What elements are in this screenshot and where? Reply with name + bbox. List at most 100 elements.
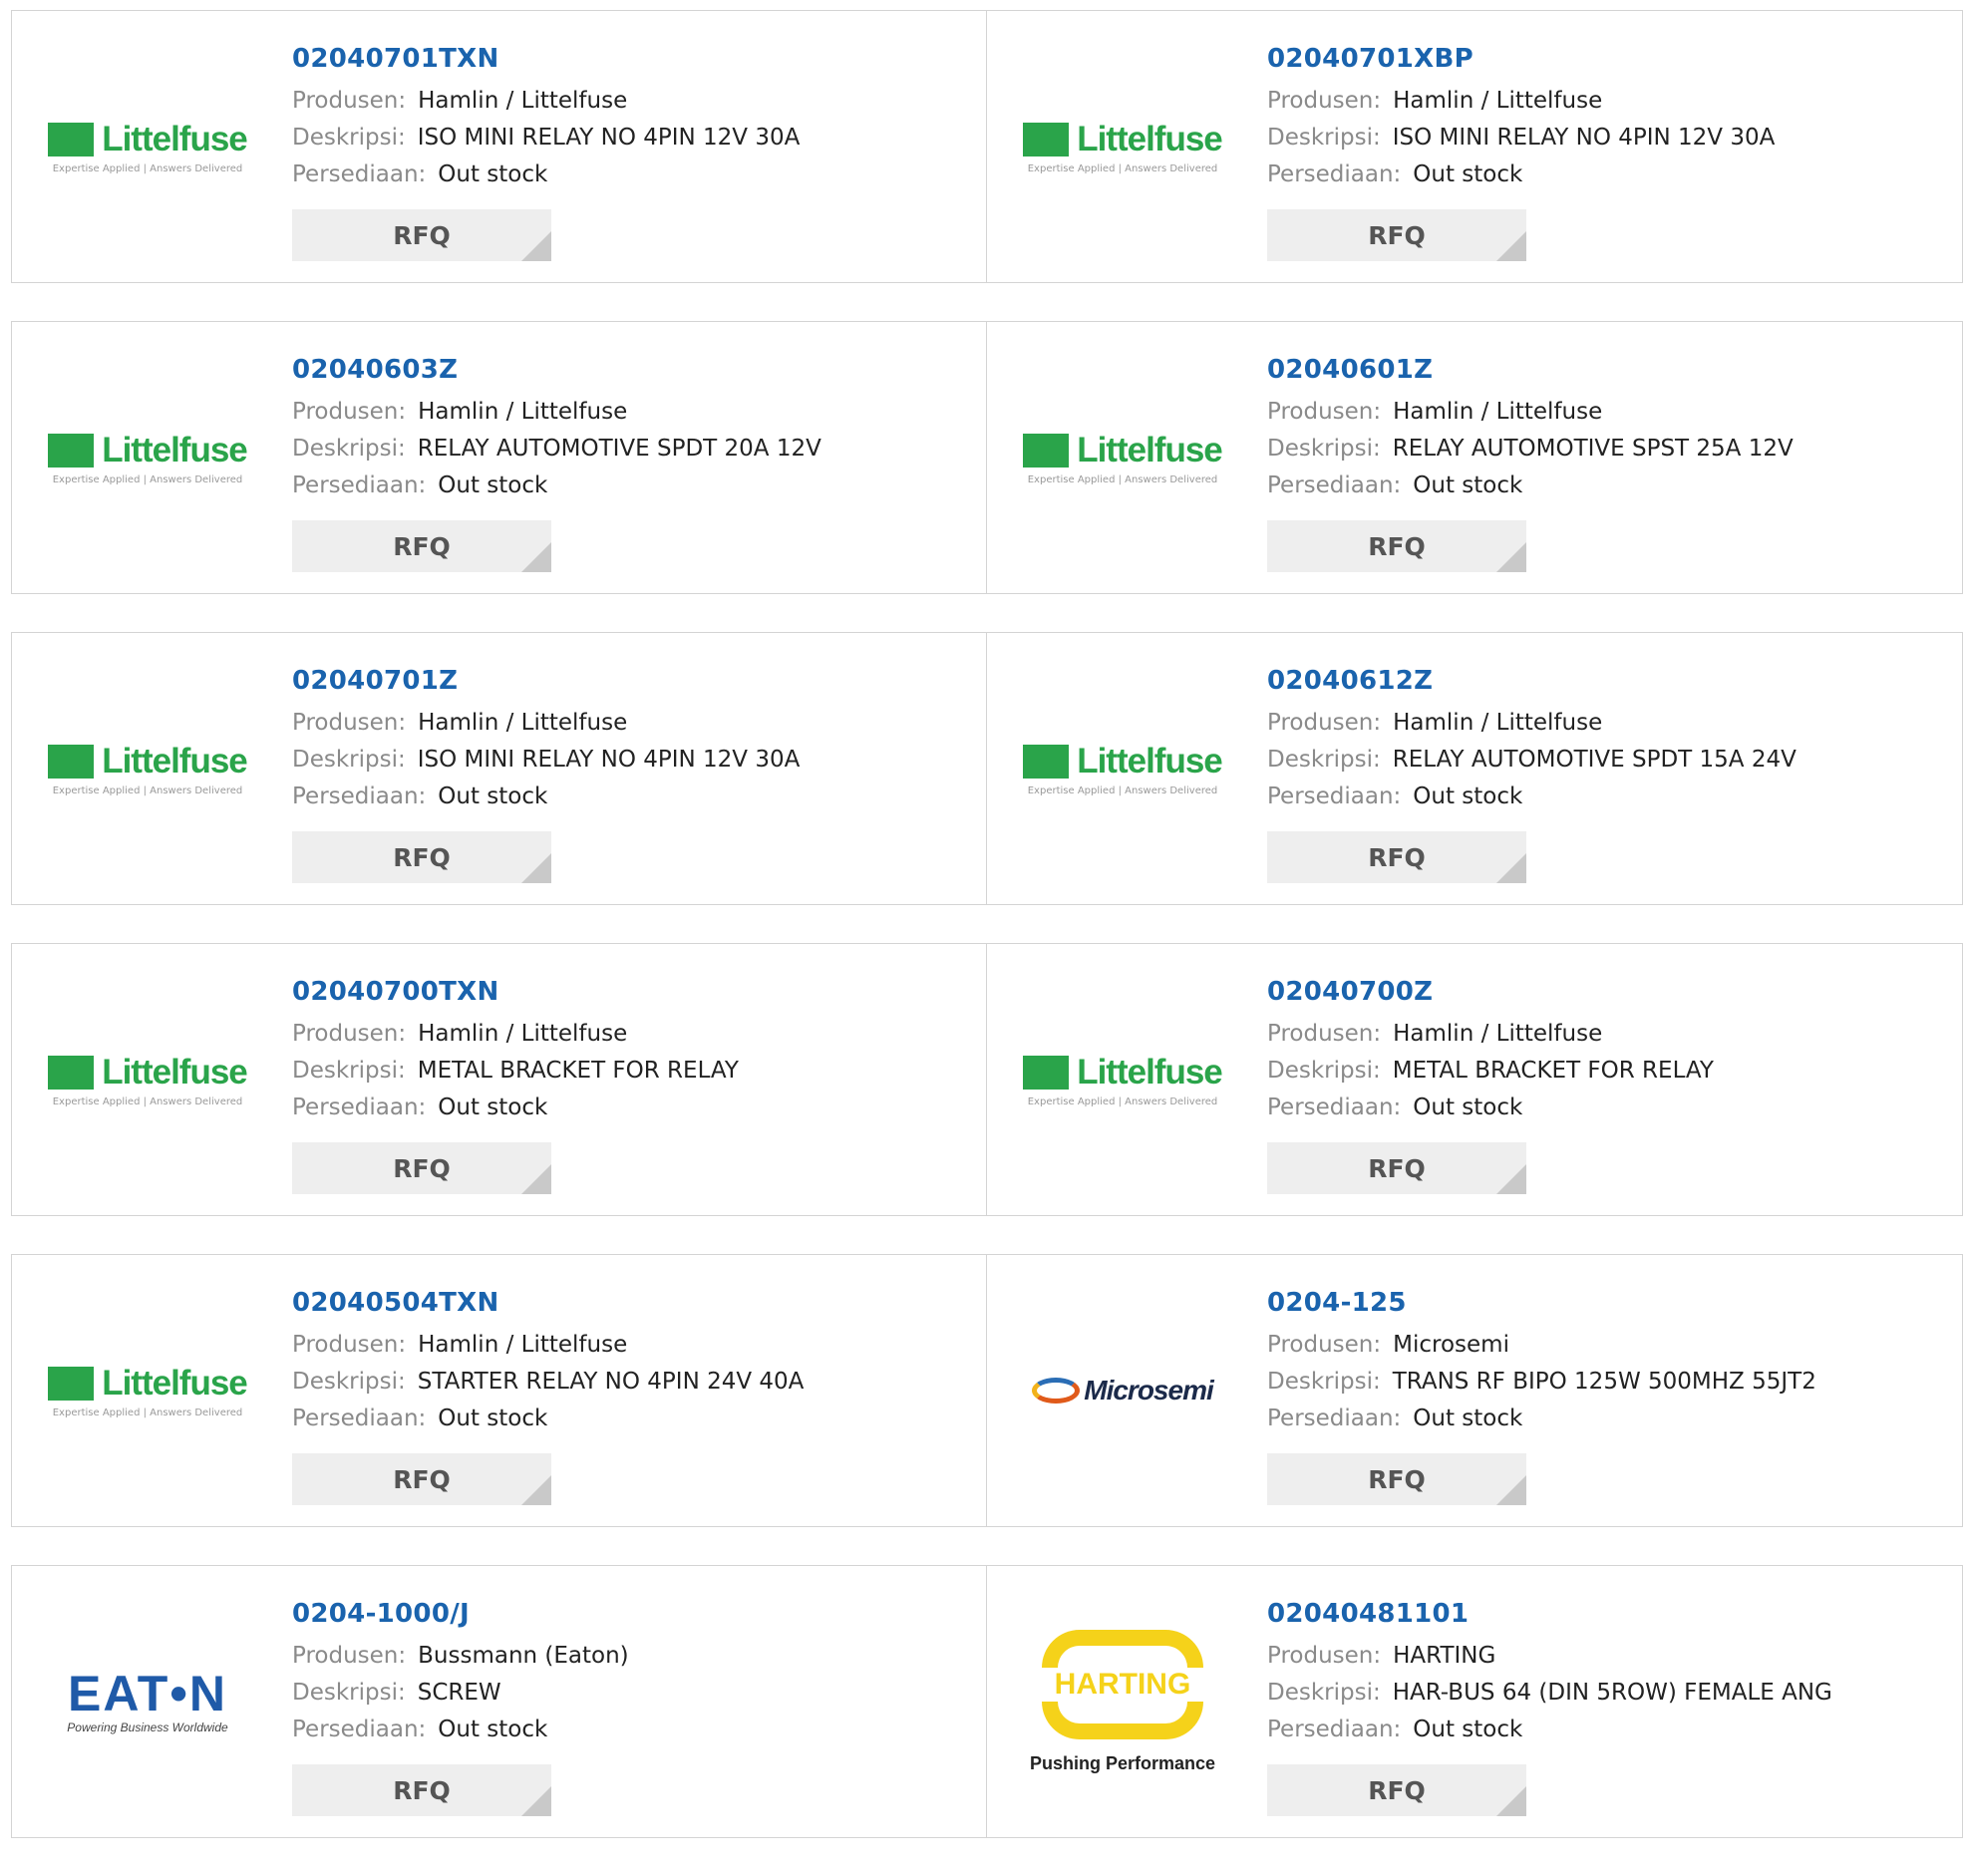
manufacturer-logo[interactable]: Littelfuse Expertise Applied | Answers De… [47, 322, 248, 593]
part-number-link[interactable]: 02040701Z [292, 663, 800, 705]
rfq-label: RFQ [1368, 1464, 1426, 1494]
manufacturer-value: Hamlin / Littelfuse [1393, 399, 1603, 425]
logo-tagline: Expertise Applied | Answers Delivered [52, 162, 243, 174]
manufacturer-logo[interactable]: Littelfuse Expertise Applied | Answers De… [1022, 633, 1223, 904]
part-number-link[interactable]: 02040701TXN [292, 41, 800, 83]
description-value: SCREW [417, 1680, 501, 1706]
littelfuse-logo: Littelfuse Expertise Applied | Answers De… [1023, 431, 1223, 485]
rfq-button[interactable]: RFQ [292, 1453, 551, 1505]
manufacturer-logo[interactable]: HARTING Pushing Performance [1022, 1566, 1223, 1837]
manufacturer-row: Produsen: Hamlin / Littelfuse [292, 705, 800, 742]
description-value: RELAY AUTOMOTIVE SPDT 20A 12V [417, 436, 821, 462]
manufacturer-value: HARTING [1393, 1643, 1496, 1669]
stock-row: Persediaan: Out stock [292, 156, 800, 193]
manufacturer-logo[interactable]: Littelfuse Expertise Applied | Answers De… [1022, 944, 1223, 1215]
manufacturer-row: Produsen: Hamlin / Littelfuse [292, 394, 821, 431]
part-number-link[interactable]: 02040601Z [1267, 352, 1794, 394]
rfq-label: RFQ [393, 531, 451, 561]
rfq-button[interactable]: RFQ [1267, 1453, 1526, 1505]
littelfuse-logo: Littelfuse Expertise Applied | Answers De… [1023, 741, 1223, 796]
part-number-link[interactable]: 02040700TXN [292, 974, 739, 1016]
littelfuse-logo: Littelfuse Expertise Applied | Answers De… [48, 1053, 248, 1107]
manufacturer-row: Produsen: Hamlin / Littelfuse [1267, 705, 1797, 742]
logo-brand-name: Littelfuse [1077, 119, 1223, 158]
description-label: Deskripsi: [1267, 1058, 1381, 1084]
manufacturer-value: Hamlin / Littelfuse [1393, 710, 1603, 736]
description-label: Deskripsi: [1267, 1369, 1381, 1395]
littelfuse-mark-icon [48, 122, 95, 156]
manufacturer-row: Produsen: Hamlin / Littelfuse [292, 83, 800, 120]
manufacturer-logo[interactable]: Littelfuse Expertise Applied | Answers De… [47, 1255, 248, 1526]
description-label: Deskripsi: [1267, 436, 1381, 462]
manufacturer-label: Produsen: [1267, 88, 1382, 114]
littelfuse-logo: Littelfuse Expertise Applied | Answers De… [1023, 1053, 1223, 1107]
corner-decoration [1496, 853, 1526, 883]
manufacturer-value: Hamlin / Littelfuse [418, 88, 628, 114]
manufacturer-value: Hamlin / Littelfuse [418, 1021, 628, 1047]
logo-tagline: Expertise Applied | Answers Delivered [52, 1095, 243, 1107]
logo-brand-name: Littelfuse [1077, 741, 1223, 781]
rfq-label: RFQ [393, 1153, 451, 1183]
part-number-link[interactable]: 02040603Z [292, 352, 821, 394]
part-number-link[interactable]: 02040612Z [1267, 663, 1797, 705]
corner-decoration [1496, 231, 1526, 261]
manufacturer-logo[interactable]: Littelfuse Expertise Applied | Answers De… [47, 944, 248, 1215]
description-value: RELAY AUTOMOTIVE SPDT 15A 24V [1392, 747, 1797, 773]
part-number-link[interactable]: 0204-1000/J [292, 1596, 629, 1638]
manufacturer-logo[interactable]: Littelfuse Expertise Applied | Answers De… [1022, 322, 1223, 593]
manufacturer-row: Produsen: Hamlin / Littelfuse [1267, 1016, 1714, 1053]
stock-value: Out stock [1413, 161, 1523, 187]
littelfuse-mark-icon [1023, 433, 1070, 468]
rfq-button[interactable]: RFQ [292, 209, 551, 261]
rfq-button[interactable]: RFQ [1267, 209, 1526, 261]
manufacturer-label: Produsen: [292, 1021, 407, 1047]
product-card: HARTING Pushing Performance 02040481101 P… [987, 1565, 1963, 1838]
stock-value: Out stock [1413, 1406, 1523, 1431]
product-info: 02040701XBP Produsen: Hamlin / Littelfuse… [1267, 41, 1775, 261]
product-row: EAT•N Powering Business Worldwide 0204-10… [11, 1565, 1963, 1838]
rfq-button[interactable]: RFQ [1267, 1764, 1526, 1816]
description-label: Deskripsi: [292, 747, 406, 773]
product-info: 0204-125 Produsen: Microsemi Deskripsi: TR… [1267, 1285, 1816, 1505]
manufacturer-label: Produsen: [1267, 710, 1382, 736]
manufacturer-label: Produsen: [292, 710, 407, 736]
description-value: ISO MINI RELAY NO 4PIN 12V 30A [417, 747, 801, 773]
rfq-button[interactable]: RFQ [292, 520, 551, 572]
rfq-button[interactable]: RFQ [292, 831, 551, 883]
corner-decoration [1496, 1164, 1526, 1194]
stock-label: Persediaan: [292, 1406, 427, 1431]
corner-decoration [521, 542, 551, 572]
rfq-label: RFQ [1368, 1153, 1426, 1183]
rfq-button[interactable]: RFQ [1267, 831, 1526, 883]
description-value: ISO MINI RELAY NO 4PIN 12V 30A [1392, 125, 1776, 151]
part-number-link[interactable]: 02040504TXN [292, 1285, 804, 1327]
stock-label: Persediaan: [292, 1717, 427, 1742]
rfq-button[interactable]: RFQ [292, 1764, 551, 1816]
manufacturer-logo[interactable]: Littelfuse Expertise Applied | Answers De… [47, 633, 248, 904]
stock-label: Persediaan: [1267, 472, 1402, 498]
rfq-button[interactable]: RFQ [1267, 520, 1526, 572]
product-info: 0204-1000/J Produsen: Bussmann (Eaton) De… [292, 1596, 629, 1816]
description-row: Deskripsi: ISO MINI RELAY NO 4PIN 12V 30A [292, 742, 800, 779]
rfq-button[interactable]: RFQ [292, 1142, 551, 1194]
part-number-link[interactable]: 02040700Z [1267, 974, 1714, 1016]
littelfuse-logo: Littelfuse Expertise Applied | Answers De… [48, 742, 248, 796]
stock-row: Persediaan: Out stock [1267, 1712, 1832, 1748]
manufacturer-logo[interactable]: Microsemi [1022, 1255, 1223, 1526]
description-row: Deskripsi: ISO MINI RELAY NO 4PIN 12V 30A [1267, 120, 1775, 156]
product-row: Littelfuse Expertise Applied | Answers De… [11, 10, 1963, 283]
stock-row: Persediaan: Out stock [292, 468, 821, 504]
manufacturer-logo[interactable]: Littelfuse Expertise Applied | Answers De… [1022, 11, 1223, 282]
rfq-button[interactable]: RFQ [1267, 1142, 1526, 1194]
logo-tagline: Expertise Applied | Answers Delivered [1027, 784, 1218, 796]
description-row: Deskripsi: STARTER RELAY NO 4PIN 24V 40A [292, 1364, 804, 1401]
part-number-link[interactable]: 02040481101 [1267, 1596, 1832, 1638]
stock-row: Persediaan: Out stock [292, 1712, 629, 1748]
part-number-link[interactable]: 02040701XBP [1267, 41, 1775, 83]
stock-row: Persediaan: Out stock [1267, 1401, 1816, 1437]
manufacturer-label: Produsen: [1267, 1332, 1382, 1358]
manufacturer-logo[interactable]: EAT•N Powering Business Worldwide [47, 1566, 248, 1837]
manufacturer-logo[interactable]: Littelfuse Expertise Applied | Answers De… [47, 11, 248, 282]
product-info: 02040603Z Produsen: Hamlin / Littelfuse D… [292, 352, 821, 572]
part-number-link[interactable]: 0204-125 [1267, 1285, 1816, 1327]
